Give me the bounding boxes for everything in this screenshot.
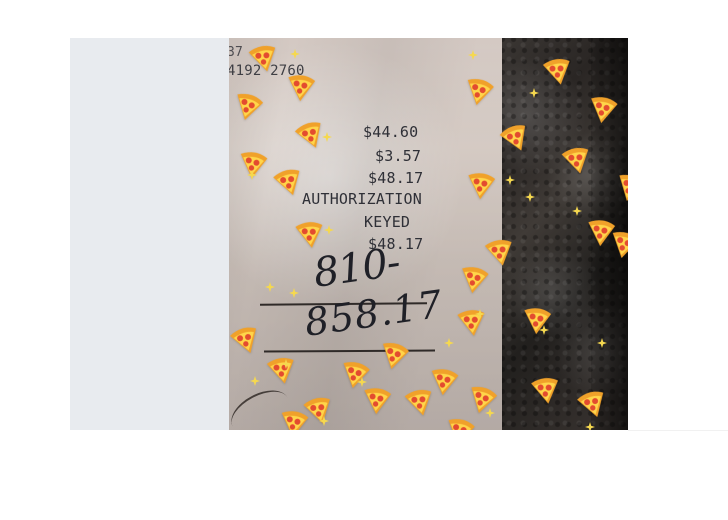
receipt-photo: 37 4192 2760 $44.60 $3.57 $48.17 AUTHORI… xyxy=(229,38,628,430)
receipt-amount-subtotal: $44.60 xyxy=(363,123,419,141)
receipt-paper: 37 4192 2760 $44.60 $3.57 $48.17 AUTHORI… xyxy=(229,38,519,430)
receipt-amount-tax: $3.57 xyxy=(375,147,422,165)
partial-top-text-line-1: 37 xyxy=(229,45,244,60)
pen-scribble xyxy=(229,381,296,430)
authorization-label: AUTHORIZATION xyxy=(302,190,422,208)
handwritten-underline-bottom xyxy=(263,349,436,353)
faint-bottom-divider xyxy=(628,430,728,431)
leather-dark-edge xyxy=(591,38,628,430)
partial-top-text-line-2: 4192 2760 xyxy=(229,63,305,79)
image-canvas: 37 4192 2760 $44.60 $3.57 $48.17 AUTHORI… xyxy=(0,0,728,520)
blank-left-panel xyxy=(70,38,229,430)
keyed-label: KEYED xyxy=(364,213,411,231)
receipt-amount-total: $48.17 xyxy=(368,169,424,187)
